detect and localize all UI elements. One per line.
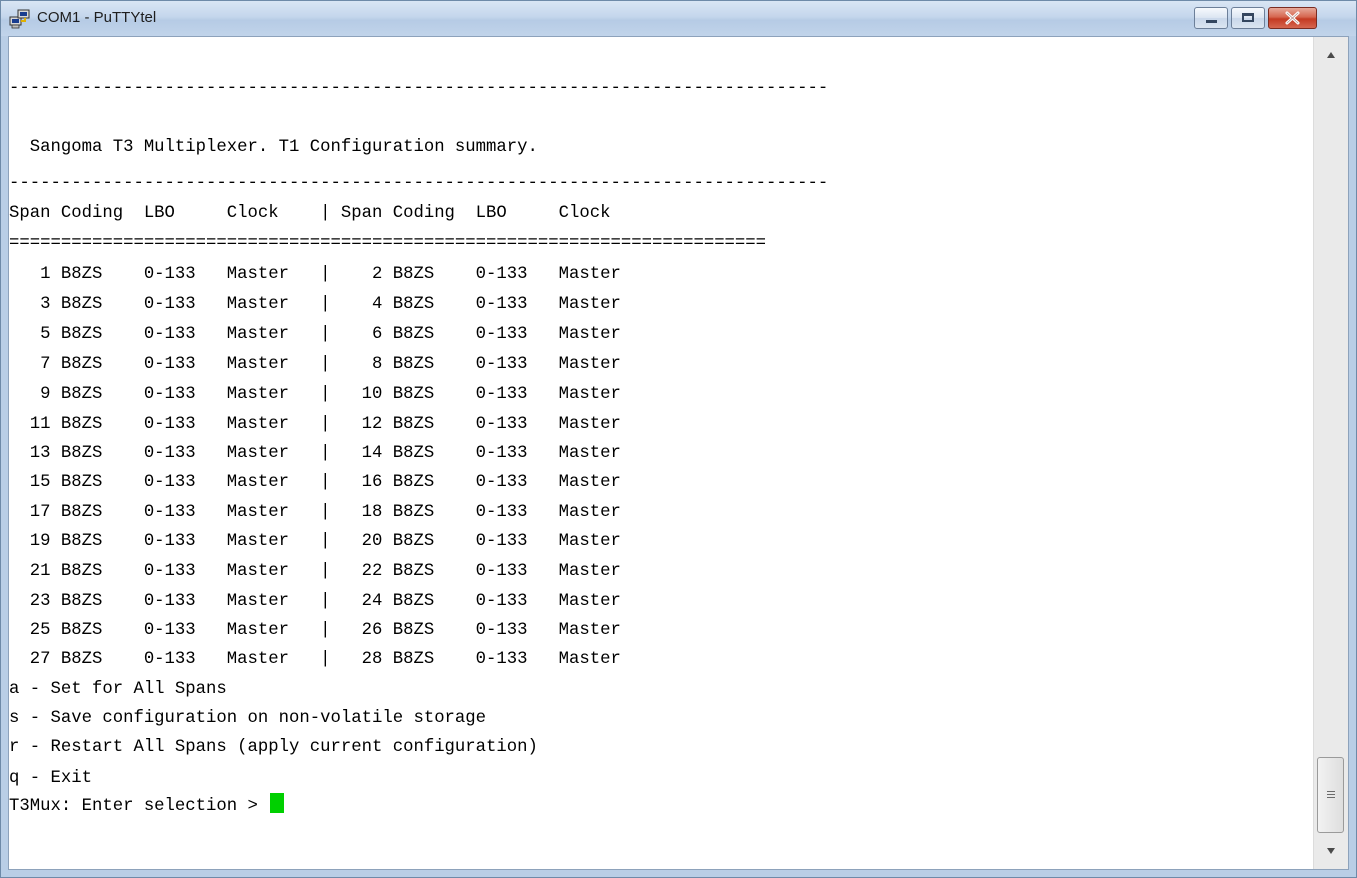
terminal-line: r - Restart All Spans (apply current con… [9, 738, 538, 757]
terminal-prompt: T3Mux: Enter selection > [9, 797, 269, 816]
terminal-line: 9 B8ZS 0-133 Master | 10 B8ZS 0-133 Mast… [9, 385, 621, 404]
scroll-down-arrow-icon[interactable] [1314, 835, 1348, 869]
terminal-line: a - Set for All Spans [9, 680, 227, 699]
putty-window: COM1 - PuTTYtel ------------------------… [0, 0, 1357, 878]
terminal-line: ----------------------------------------… [9, 174, 829, 193]
maximize-button[interactable] [1231, 7, 1265, 29]
title-bar[interactable]: COM1 - PuTTYtel [1, 1, 1356, 36]
terminal-line: 17 B8ZS 0-133 Master | 18 B8ZS 0-133 Mas… [9, 503, 621, 522]
terminal-client-area: ----------------------------------------… [8, 36, 1349, 870]
terminal-line: 5 B8ZS 0-133 Master | 6 B8ZS 0-133 Maste… [9, 325, 621, 344]
maximize-icon [1242, 13, 1254, 22]
terminal-line: ========================================… [9, 234, 767, 253]
terminal-line: 13 B8ZS 0-133 Master | 14 B8ZS 0-133 Mas… [9, 444, 621, 463]
terminal-line: ----------------------------------------… [9, 79, 829, 98]
terminal-line: 1 B8ZS 0-133 Master | 2 B8ZS 0-133 Maste… [9, 265, 621, 284]
terminal-line: 3 B8ZS 0-133 Master | 4 B8ZS 0-133 Maste… [9, 295, 621, 314]
scrollbar-thumb[interactable] [1317, 757, 1344, 833]
minimize-button[interactable] [1194, 7, 1228, 29]
terminal-line: 25 B8ZS 0-133 Master | 26 B8ZS 0-133 Mas… [9, 621, 621, 640]
terminal-line: 21 B8ZS 0-133 Master | 22 B8ZS 0-133 Mas… [9, 562, 621, 581]
terminal-line: 11 B8ZS 0-133 Master | 12 B8ZS 0-133 Mas… [9, 415, 621, 434]
terminal-line: Sangoma T3 Multiplexer. T1 Configuration… [9, 138, 538, 157]
terminal-line: 23 B8ZS 0-133 Master | 24 B8ZS 0-133 Mas… [9, 592, 621, 611]
terminal-screen[interactable]: ----------------------------------------… [9, 37, 1313, 869]
scroll-up-arrow-icon[interactable] [1314, 37, 1348, 71]
close-icon [1285, 11, 1300, 25]
vertical-scrollbar[interactable] [1313, 37, 1348, 869]
terminal-line: 27 B8ZS 0-133 Master | 28 B8ZS 0-133 Mas… [9, 650, 621, 669]
terminal-line: 7 B8ZS 0-133 Master | 8 B8ZS 0-133 Maste… [9, 355, 621, 374]
terminal-line: 19 B8ZS 0-133 Master | 20 B8ZS 0-133 Mas… [9, 532, 621, 551]
terminal-prompt-line[interactable]: T3Mux: Enter selection > [9, 792, 285, 821]
text-cursor [270, 793, 285, 813]
terminal-line: q - Exit [9, 769, 92, 788]
terminal-line: 15 B8ZS 0-133 Master | 16 B8ZS 0-133 Mas… [9, 473, 621, 492]
window-title: COM1 - PuTTYtel [37, 9, 157, 26]
terminal-line: Span Coding LBO Clock | Span Coding LBO … [9, 204, 611, 223]
putty-computers-icon[interactable] [9, 8, 31, 30]
terminal-line: s - Save configuration on non-volatile s… [9, 709, 487, 728]
close-button[interactable] [1268, 7, 1317, 29]
minimize-icon [1206, 20, 1217, 23]
